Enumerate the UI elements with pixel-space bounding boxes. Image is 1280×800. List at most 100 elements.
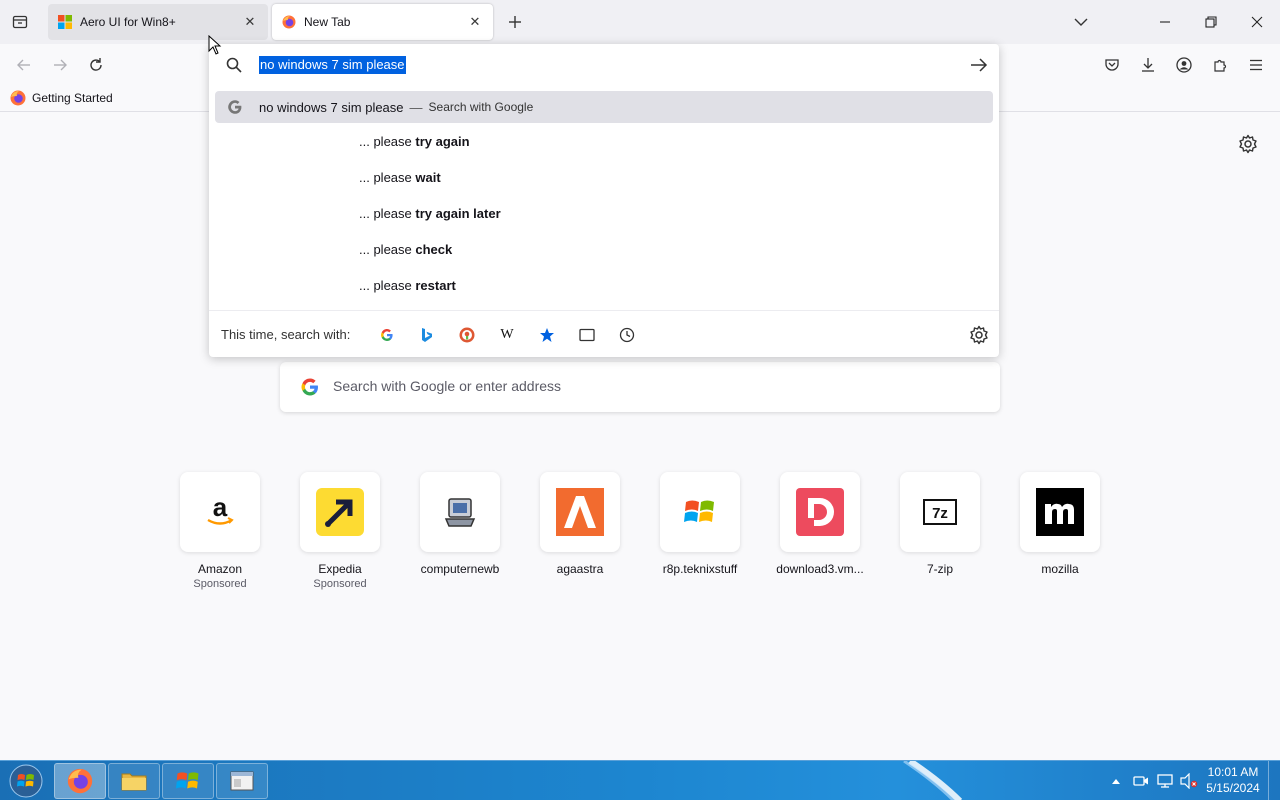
minimize-button[interactable] xyxy=(1142,0,1188,44)
extensions-button[interactable] xyxy=(1206,51,1234,79)
top-sites: a Amazon Sponsored Expedia Sponsored com… xyxy=(180,472,1120,602)
taskbar-window-app[interactable] xyxy=(216,763,268,799)
pocket-button[interactable] xyxy=(1098,51,1126,79)
extensions-icon xyxy=(1214,59,1227,72)
forward-button[interactable] xyxy=(46,51,74,79)
urlbar-input[interactable]: no windows 7 sim please xyxy=(259,56,406,74)
tray-volume[interactable] xyxy=(1178,761,1200,800)
reload-icon xyxy=(90,58,102,71)
search-suggestion[interactable]: ... please try again later xyxy=(215,195,993,231)
pocket-icon xyxy=(1105,59,1119,71)
tab-title: Aero UI for Win8+ xyxy=(80,15,176,29)
tile-label: download3.vm... xyxy=(776,562,864,576)
top-site-amazon[interactable]: a Amazon Sponsored xyxy=(180,472,260,590)
menu-icon xyxy=(1250,59,1262,71)
top-site-computernewb[interactable]: computernewb xyxy=(420,472,500,576)
clock-time: 10:01 AM xyxy=(1207,765,1259,779)
taskbar-glow-decoration xyxy=(903,761,963,800)
app-menu-button[interactable] xyxy=(1242,51,1270,79)
heuristic-separator: — xyxy=(409,99,423,115)
suggestion-bold: wait xyxy=(415,169,441,185)
taskbar-clock[interactable]: 10:01 AM 5/15/2024 xyxy=(1200,764,1266,796)
tab-aero-ui[interactable]: Aero UI for Win8+ ✕ xyxy=(48,4,268,40)
wikipedia-icon[interactable]: W xyxy=(497,325,517,345)
taskbar-windows-app[interactable] xyxy=(162,763,214,799)
windows-flag-icon xyxy=(58,15,72,29)
heuristic-result[interactable]: no windows 7 sim please — Search with Go… xyxy=(215,91,993,123)
show-desktop-button[interactable] xyxy=(1268,761,1280,800)
close-tab-icon[interactable]: ✕ xyxy=(242,14,258,30)
restore-button[interactable] xyxy=(1188,0,1234,44)
tab-new-tab[interactable]: New Tab ✕ xyxy=(272,4,493,40)
suggestion-prefix: ... please xyxy=(359,169,416,185)
expedia-icon xyxy=(300,472,380,552)
google-icon[interactable] xyxy=(377,325,397,345)
bookmarks-star-icon[interactable] xyxy=(537,325,557,345)
taskbar-firefox[interactable] xyxy=(54,763,106,799)
search-suggestion[interactable]: ... please try again xyxy=(215,123,993,159)
search-suggestion[interactable]: ... please restart xyxy=(215,267,993,303)
svg-text:7z: 7z xyxy=(932,505,948,522)
tray-network[interactable] xyxy=(1154,761,1176,800)
clock-date: 5/15/2024 xyxy=(1206,781,1260,795)
back-icon xyxy=(17,59,30,71)
restore-icon xyxy=(1205,16,1217,28)
list-all-tabs-button[interactable] xyxy=(1070,12,1092,32)
svg-text:a: a xyxy=(213,492,228,522)
close-window-button[interactable] xyxy=(1234,0,1280,44)
bing-icon[interactable] xyxy=(417,325,437,345)
heuristic-text: no windows 7 sim please xyxy=(259,99,404,115)
duckduckgo-icon[interactable] xyxy=(457,325,477,345)
suggestion-prefix: ... please xyxy=(359,133,416,149)
download-icon xyxy=(1142,58,1154,72)
tile-label: computernewb xyxy=(420,562,500,576)
firefox-view-button[interactable] xyxy=(6,8,34,36)
urlbar-popup: no windows 7 sim please no windows 7 sim… xyxy=(209,44,999,357)
7zip-icon: 7z xyxy=(900,472,980,552)
arrow-right-icon[interactable] xyxy=(969,56,989,74)
computer-icon xyxy=(420,472,500,552)
downloads-button[interactable] xyxy=(1134,51,1162,79)
bookmark-getting-started[interactable]: Getting Started xyxy=(10,90,113,106)
search-suggestion[interactable]: ... please wait xyxy=(215,159,993,195)
tabs-icon[interactable] xyxy=(577,325,597,345)
tile-label: 7-zip xyxy=(926,562,953,576)
urlbar-results: no windows 7 sim please — Search with Go… xyxy=(215,91,993,303)
back-button[interactable] xyxy=(10,51,38,79)
camera-icon xyxy=(1133,776,1148,786)
start-button[interactable] xyxy=(6,763,46,799)
tray-meet-now[interactable] xyxy=(1130,761,1152,800)
bookmark-label: Getting Started xyxy=(32,91,113,105)
history-icon[interactable] xyxy=(617,325,637,345)
folder-icon xyxy=(121,773,147,791)
amazon-icon: a xyxy=(180,472,260,552)
tab-title: New Tab xyxy=(304,15,351,29)
windows-flag-icon xyxy=(176,772,199,789)
chevron-down-icon xyxy=(1074,18,1088,26)
gear-icon[interactable] xyxy=(969,325,989,345)
tile-label: Amazon xyxy=(197,562,243,576)
windows-orb-icon xyxy=(9,764,43,798)
top-site-r8p-teknixstuff[interactable]: r8p.teknixstuff xyxy=(660,472,740,576)
mouse-cursor-icon xyxy=(208,35,222,55)
taskbar-explorer[interactable] xyxy=(108,763,160,799)
mozilla-icon xyxy=(1020,472,1100,552)
newtab-search-box[interactable]: Search with Google or enter address xyxy=(280,362,1000,412)
top-site-download3-vm[interactable]: download3.vm... xyxy=(776,472,864,576)
one-off-label: This time, search with: xyxy=(221,326,351,342)
top-site-mozilla[interactable]: mozilla xyxy=(1020,472,1100,576)
reload-button[interactable] xyxy=(82,51,110,79)
new-tab-button[interactable] xyxy=(503,10,527,34)
close-tab-icon[interactable]: ✕ xyxy=(467,14,483,30)
search-suggestion[interactable]: ... please check xyxy=(215,231,993,267)
gear-icon xyxy=(1239,134,1257,154)
top-site-expedia[interactable]: Expedia Sponsored xyxy=(300,472,380,590)
customize-newtab-button[interactable] xyxy=(1238,134,1258,154)
account-button[interactable] xyxy=(1170,51,1198,79)
urlbar[interactable]: no windows 7 sim please xyxy=(209,44,999,86)
show-hidden-icons-button[interactable] xyxy=(1108,761,1124,800)
account-icon xyxy=(1176,57,1192,73)
top-site-7-zip[interactable]: 7z 7-zip xyxy=(900,472,980,576)
top-site-agaastra[interactable]: agaastra xyxy=(540,472,620,576)
tile-label: agaastra xyxy=(556,562,604,576)
